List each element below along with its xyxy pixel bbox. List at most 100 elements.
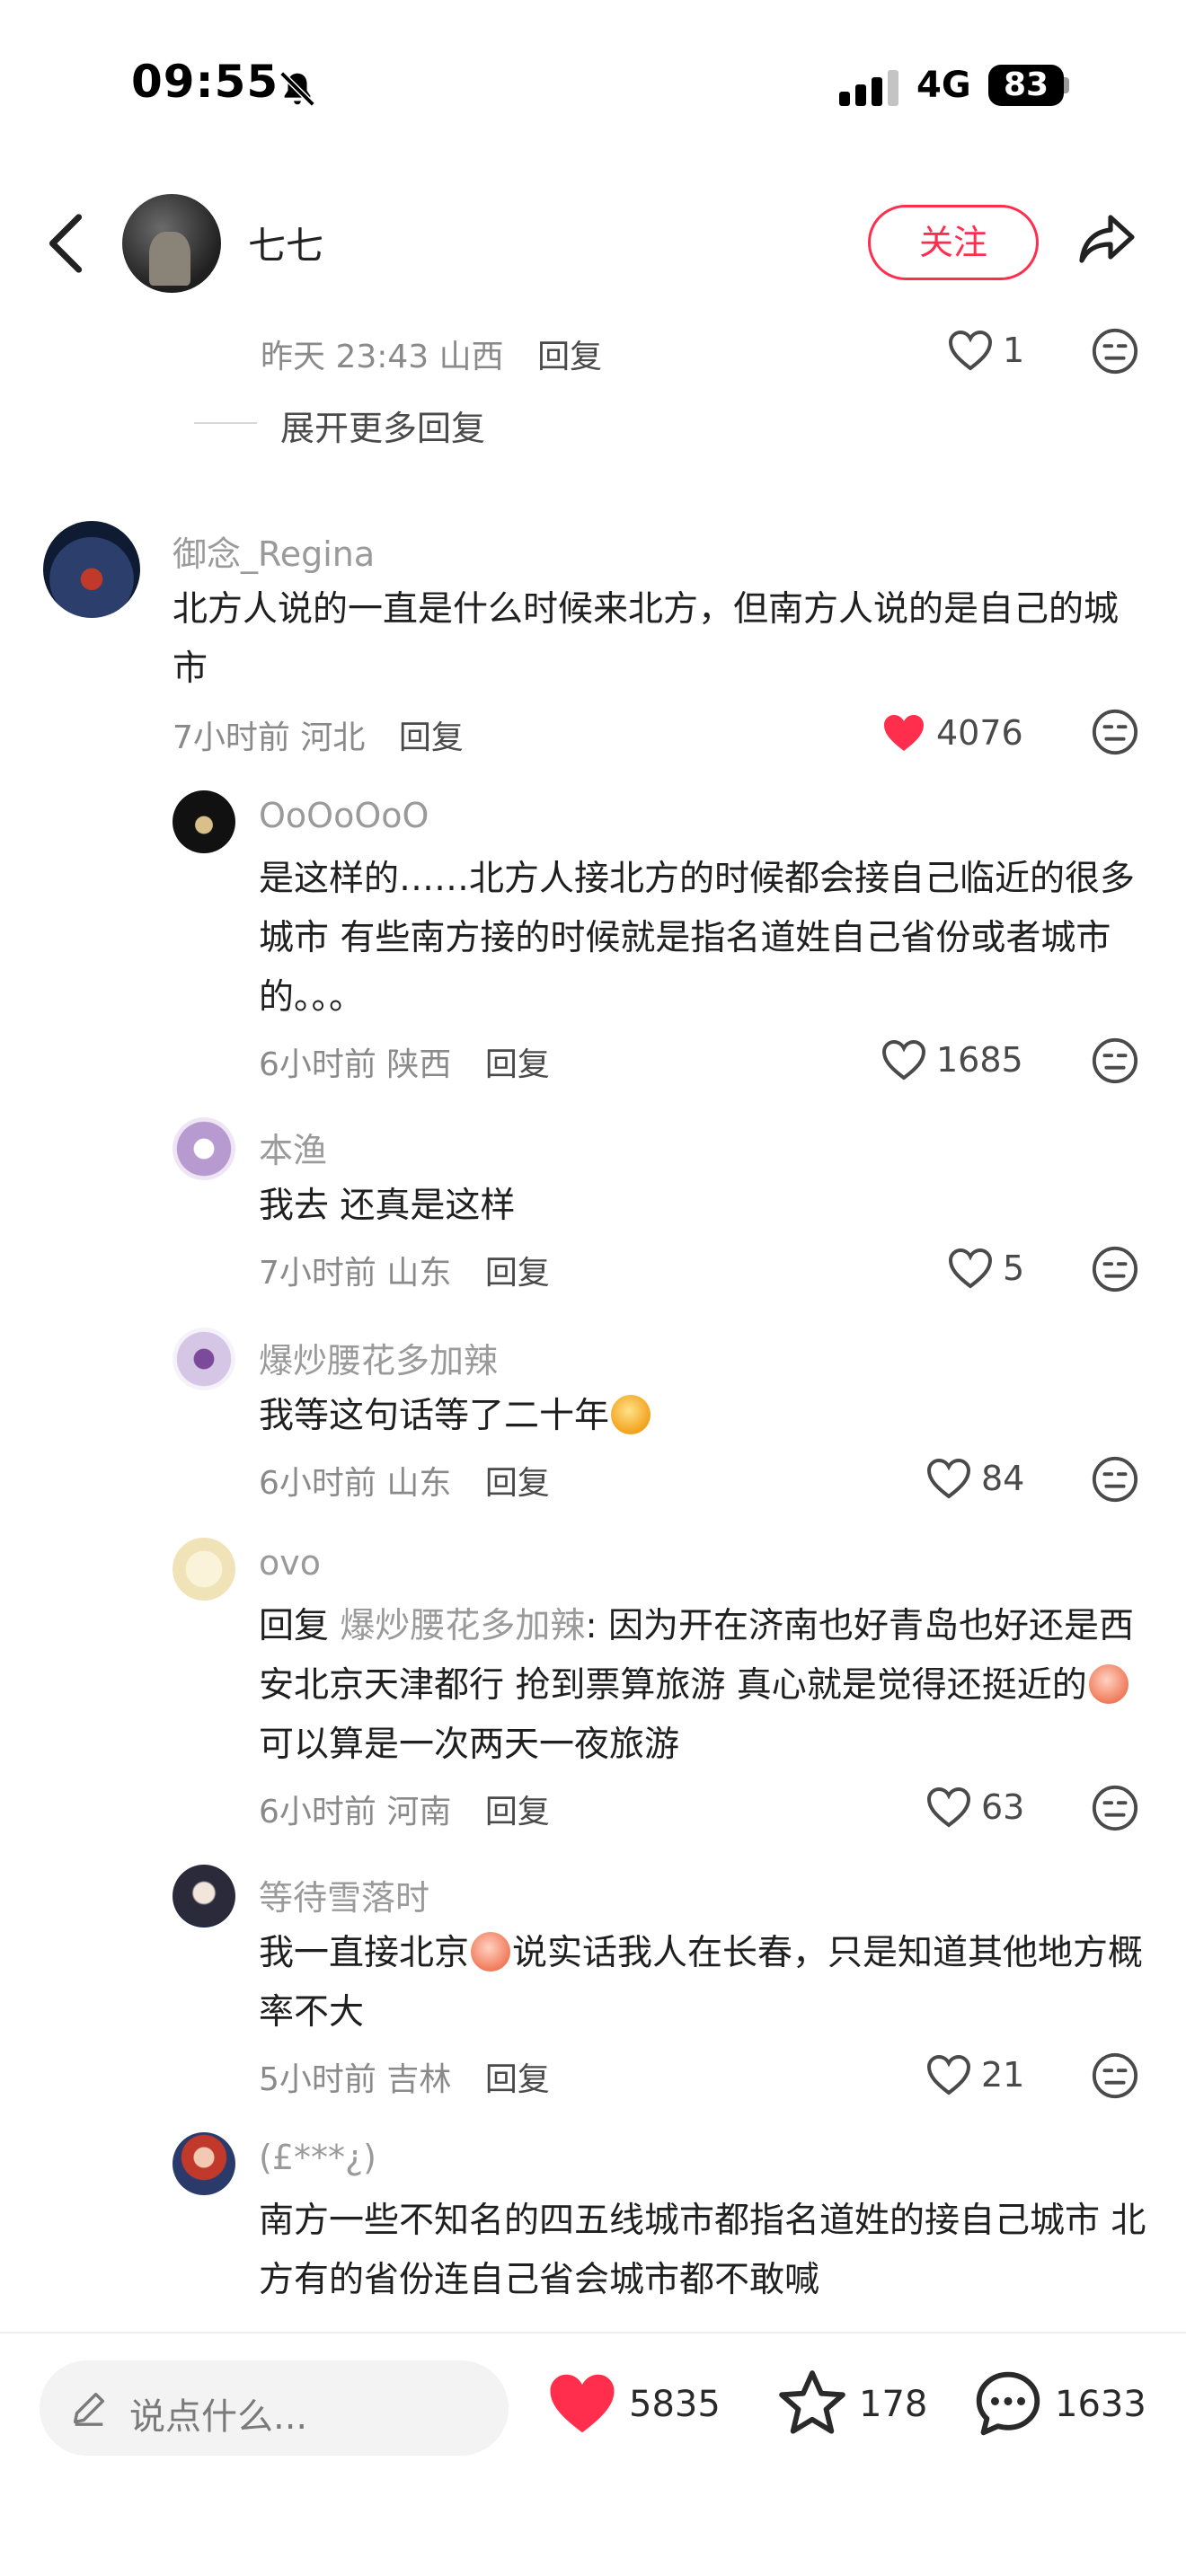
comment-count: 1633 [1055, 2384, 1146, 2425]
like-count: 1 [1003, 331, 1025, 370]
reply-button[interactable]: 回复 [485, 1794, 550, 1831]
status-time: 09:55 [131, 56, 279, 108]
reaction-emoji-icon[interactable] [1091, 327, 1139, 375]
comment-input-placeholder: 说点什么... [129, 2396, 308, 2438]
reply-button[interactable]: 回复 [537, 339, 602, 375]
comment-input[interactable]: 说点什么... [40, 2360, 509, 2456]
avatar[interactable] [173, 790, 235, 853]
like-count: 4076 [936, 713, 1023, 753]
reaction-emoji-icon[interactable] [1091, 708, 1139, 756]
heart-outline-icon [926, 1458, 971, 1499]
favorite-count: 178 [859, 2384, 928, 2425]
heart-outline-icon [948, 330, 993, 371]
comment-username[interactable]: 御念_Regina [173, 526, 375, 576]
avatar[interactable] [43, 521, 140, 618]
comment-text: 北方人说的一直是什么时候来北方，但南方人说的是自己的城市 [173, 589, 1120, 689]
reply-username[interactable]: (£***¿) [259, 2138, 376, 2177]
reply-button[interactable]: 回复 [485, 1046, 550, 1083]
reply-text: 我去 还真是这样 [259, 1186, 516, 1226]
reply-button[interactable]: 回复 [485, 2061, 550, 2098]
comment-time: 昨天 23:43 [261, 339, 429, 375]
heart-filled-icon [550, 2374, 615, 2433]
silent-bell-icon [279, 71, 315, 107]
back-arrow-icon[interactable] [40, 212, 93, 275]
reply-time: 6小时前 [259, 1465, 376, 1502]
like-count: 63 [981, 1787, 1025, 1827]
comment-time: 7小时前 [173, 719, 290, 756]
avatar[interactable] [173, 1538, 235, 1601]
reply-text: 我一直接北京 [259, 1933, 470, 1973]
reaction-emoji-icon[interactable] [1091, 1784, 1139, 1832]
reply-meta: 6小时前 河南 回复 [259, 1786, 550, 1832]
reply-meta: 5小时前 吉林 回复 [259, 2053, 550, 2100]
expand-divider [194, 422, 257, 424]
reply-text-wrap: 我一直接北京 说实话我人在长春，只是知道其他地方概率不大 [259, 1924, 1148, 2042]
heart-filled-icon [884, 715, 924, 751]
reply-time: 6小时前 [259, 1046, 376, 1083]
heart-outline-icon [881, 1039, 926, 1081]
network-type: 4G [916, 65, 971, 106]
author-avatar[interactable] [122, 194, 221, 293]
like-count: 1685 [936, 1040, 1023, 1080]
crying-emoji-icon [1088, 1664, 1128, 1704]
reply-location: 河南 [386, 1794, 452, 1831]
reply-text: 我等这句话等了二十年 [259, 1396, 610, 1436]
reply-time: 6小时前 [259, 1794, 376, 1831]
share-icon[interactable] [1075, 207, 1139, 271]
post-like-count: 5835 [629, 2384, 721, 2425]
battery-cap [1064, 77, 1069, 93]
like-count: 84 [981, 1459, 1025, 1498]
reply-time: 7小时前 [259, 1255, 376, 1292]
reply-username[interactable]: OoOoOoO [259, 796, 429, 835]
pencil-icon [73, 2392, 105, 2426]
heart-outline-icon [926, 2054, 971, 2095]
reaction-emoji-icon[interactable] [1091, 2051, 1139, 2100]
reply-location: 陕西 [386, 1046, 452, 1083]
reply-location: 山东 [386, 1255, 452, 1292]
author-name[interactable]: 七七 [248, 216, 323, 270]
reply-location: 山东 [386, 1465, 452, 1502]
reaction-emoji-icon[interactable] [1091, 1037, 1139, 1085]
star-icon [779, 2370, 845, 2434]
comment-meta: 昨天 23:43 山西 回复 [261, 331, 602, 377]
reply-time: 5小时前 [259, 2061, 376, 2098]
reaction-emoji-icon[interactable] [1091, 1245, 1139, 1293]
status-bar: 09:55 4G 83 [0, 0, 1186, 171]
reply-username[interactable]: 本渔 [259, 1123, 327, 1172]
signal-icon [839, 70, 898, 106]
reply-text: 是这样的……北方人接北方的时候都会接自己临近的很多城市 有些南方接的时候就是指名… [259, 859, 1136, 1018]
smiling-emoji-icon [611, 1395, 651, 1434]
bottom-action-bar: 说点什么... 5835 178 1633 [0, 2332, 1186, 2576]
comment-meta: 7小时前 河北 回复 [173, 711, 464, 758]
reaction-emoji-icon[interactable] [1091, 1455, 1139, 1504]
battery-icon: 83 [988, 65, 1064, 106]
reply-text: 南方一些不知名的四五线城市都指名道姓的接自己城市 北方有的省份连自己省会城市都不… [259, 2201, 1146, 2300]
avatar[interactable] [173, 2132, 235, 2195]
reply-username[interactable]: 等待雪落时 [259, 1870, 429, 1919]
avatar[interactable] [173, 1865, 235, 1928]
avatar[interactable] [173, 1117, 235, 1180]
reply-location: 吉林 [386, 2061, 452, 2098]
reply-button[interactable]: 回复 [399, 719, 464, 756]
expand-more-replies[interactable]: 展开更多回复 [280, 401, 485, 450]
comment-bubble-icon [976, 2371, 1040, 2436]
reply-username[interactable]: ovo [259, 1543, 321, 1583]
avatar[interactable] [173, 1328, 235, 1390]
reply-meta: 7小时前 山东 回复 [259, 1247, 550, 1293]
heart-outline-icon [948, 1248, 993, 1289]
follow-button[interactable]: 关注 [868, 205, 1039, 280]
top-nav: 七七 关注 [0, 180, 1186, 305]
reply-prefix: 回复 [259, 1606, 330, 1646]
reply-username[interactable]: 爆炒腰花多加辣 [259, 1333, 498, 1382]
mention-link[interactable]: 爆炒腰花多加辣 [340, 1606, 585, 1646]
crying-emoji-icon [471, 1932, 511, 1972]
reply-meta: 6小时前 陕西 回复 [259, 1038, 550, 1085]
comment-location: 山西 [438, 339, 504, 375]
heart-outline-icon [926, 1786, 971, 1828]
reply-button[interactable]: 回复 [485, 1255, 550, 1292]
reply-text-wrap: 回复 爆炒腰花多加辣: 因为开在济南也好青岛也好还是西安北京天津都行 抢到票算旅… [259, 1597, 1148, 1775]
reply-text-cont: 可以算是一次两天一夜旅游 [259, 1725, 680, 1765]
like-count: 5 [1003, 1248, 1025, 1288]
reply-button[interactable]: 回复 [485, 1465, 550, 1502]
reply-text-wrap: 我等这句话等了二十年 [259, 1387, 1148, 1446]
